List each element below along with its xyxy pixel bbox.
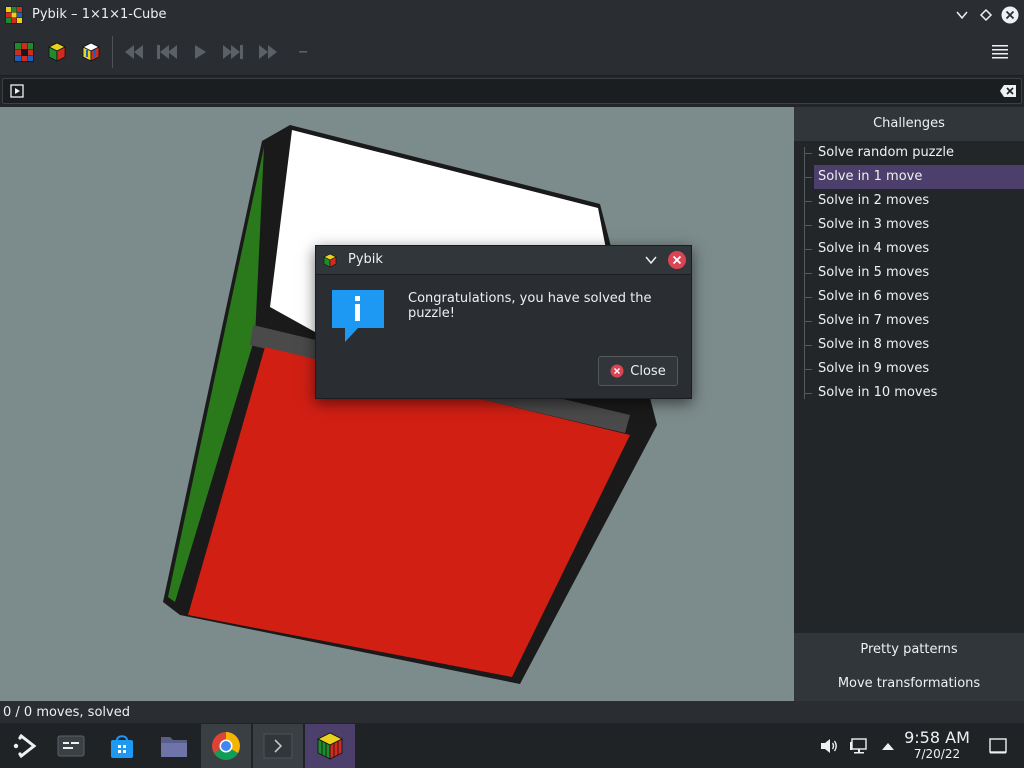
pybik-task-button[interactable] <box>305 724 355 768</box>
challenge-item[interactable]: Solve in 10 moves <box>814 381 1024 405</box>
toolbar <box>0 30 1024 76</box>
chevron-down-icon[interactable] <box>644 253 658 267</box>
clock[interactable]: 9:58 AM 7/20/22 <box>898 728 976 762</box>
challenge-item[interactable]: Solve in 6 moves <box>814 285 1024 309</box>
info-dialog: Pybik Congratulations, you have solved t… <box>315 245 692 399</box>
terminal-icon <box>263 733 293 759</box>
challenge-item[interactable]: Solve in 3 moves <box>814 213 1024 237</box>
status-text: 0 / 0 moves, solved <box>3 705 130 720</box>
close-button-label: Close <box>630 363 666 379</box>
play-icon <box>195 45 206 59</box>
cube-render <box>163 125 657 684</box>
play-button[interactable] <box>186 38 214 66</box>
cube-viewport[interactable] <box>0 107 794 701</box>
discover-store-button[interactable] <box>97 724 147 768</box>
challenges-header[interactable]: Challenges <box>794 107 1024 141</box>
rewind-button[interactable] <box>120 38 148 66</box>
previous-icon <box>157 45 177 59</box>
challenge-item[interactable]: Solve in 7 moves <box>814 309 1024 333</box>
file-manager-button[interactable] <box>149 724 199 768</box>
toolbar-separator <box>112 36 113 68</box>
clock-time: 9:58 AM <box>904 728 970 747</box>
show-desktop-button[interactable] <box>988 736 1008 756</box>
tray-expand-button[interactable] <box>879 736 897 756</box>
new-puzzle-button[interactable] <box>10 38 38 66</box>
info-icon <box>332 290 384 342</box>
terminal-button[interactable] <box>253 724 303 768</box>
forward-button[interactable] <box>254 38 282 66</box>
window-close-button[interactable] <box>1000 5 1020 25</box>
clear-text-icon[interactable] <box>999 84 1017 98</box>
remove-mark-button[interactable] <box>289 38 317 66</box>
window-title: Pybik – 1×1×1-Cube <box>32 7 167 22</box>
app-launcher-icon <box>13 733 37 759</box>
pybik-app-icon <box>5 6 23 24</box>
dialog-title: Pybik <box>348 252 383 267</box>
volume-button[interactable] <box>819 736 839 756</box>
task-switcher-icon <box>57 735 85 757</box>
chevron-down-icon <box>956 11 968 20</box>
challenges-list: Solve random puzzle Solve in 1 move Solv… <box>794 141 1024 633</box>
pretty-patterns-button[interactable]: Pretty patterns <box>794 633 1024 667</box>
close-icon <box>1001 6 1019 24</box>
network-icon <box>850 738 867 754</box>
status-bar: 0 / 0 moves, solved <box>0 701 1024 723</box>
random-puzzle-button[interactable] <box>77 38 105 66</box>
clock-date: 7/20/22 <box>913 747 961 761</box>
minimize-button[interactable] <box>952 5 972 25</box>
file-manager-icon <box>161 737 187 757</box>
tray-expand-icon <box>882 743 894 750</box>
diamond-icon <box>979 8 993 22</box>
solved-puzzle-icon <box>48 42 66 62</box>
app-launcher-button[interactable] <box>0 724 50 768</box>
rewind-icon <box>125 45 143 59</box>
play-field-icon <box>10 84 24 98</box>
title-bar: Pybik – 1×1×1-Cube <box>0 0 1024 30</box>
challenge-item[interactable]: Solve in 8 moves <box>814 333 1024 357</box>
challenge-item[interactable]: Solve in 4 moves <box>814 237 1024 261</box>
challenges-panel: Challenges Solve random puzzle Solve in … <box>794 107 1024 701</box>
maximize-button[interactable] <box>976 5 996 25</box>
close-icon <box>610 364 624 378</box>
minus-icon <box>299 51 307 53</box>
close-button[interactable]: Close <box>598 356 678 386</box>
next-icon <box>223 45 243 59</box>
random-puzzle-icon <box>82 42 100 62</box>
challenge-item[interactable]: Solve random puzzle <box>814 141 1024 165</box>
forward-icon <box>259 45 277 59</box>
hamburger-menu-icon <box>992 45 1008 59</box>
chrome-icon <box>212 732 240 760</box>
solved-puzzle-button[interactable] <box>43 38 71 66</box>
challenge-item-selected[interactable]: Solve in 1 move <box>814 165 1024 189</box>
new-puzzle-icon <box>14 42 34 62</box>
command-input[interactable] <box>2 78 1022 104</box>
dialog-title-bar: Pybik <box>316 246 691 275</box>
task-switcher-button[interactable] <box>46 724 96 768</box>
challenge-item[interactable]: Solve in 9 moves <box>814 357 1024 381</box>
show-desktop-icon <box>989 738 1007 754</box>
network-button[interactable] <box>849 736 869 756</box>
dialog-message: Congratulations, you have solved the puz… <box>408 291 652 321</box>
pybik-icon <box>317 732 343 760</box>
menu-button[interactable] <box>986 38 1014 66</box>
command-bar <box>0 76 1024 106</box>
dialog-close-icon[interactable] <box>667 250 687 270</box>
pybik-dialog-icon <box>323 253 337 268</box>
chrome-button[interactable] <box>201 724 251 768</box>
challenge-item[interactable]: Solve in 5 moves <box>814 261 1024 285</box>
next-button[interactable] <box>219 38 247 66</box>
volume-icon <box>821 739 837 753</box>
move-transformations-button[interactable]: Move transformations <box>794 667 1024 701</box>
discover-store-icon <box>111 735 133 758</box>
previous-button[interactable] <box>153 38 181 66</box>
taskbar: 9:58 AM 7/20/22 <box>0 723 1024 768</box>
challenge-item[interactable]: Solve in 2 moves <box>814 189 1024 213</box>
